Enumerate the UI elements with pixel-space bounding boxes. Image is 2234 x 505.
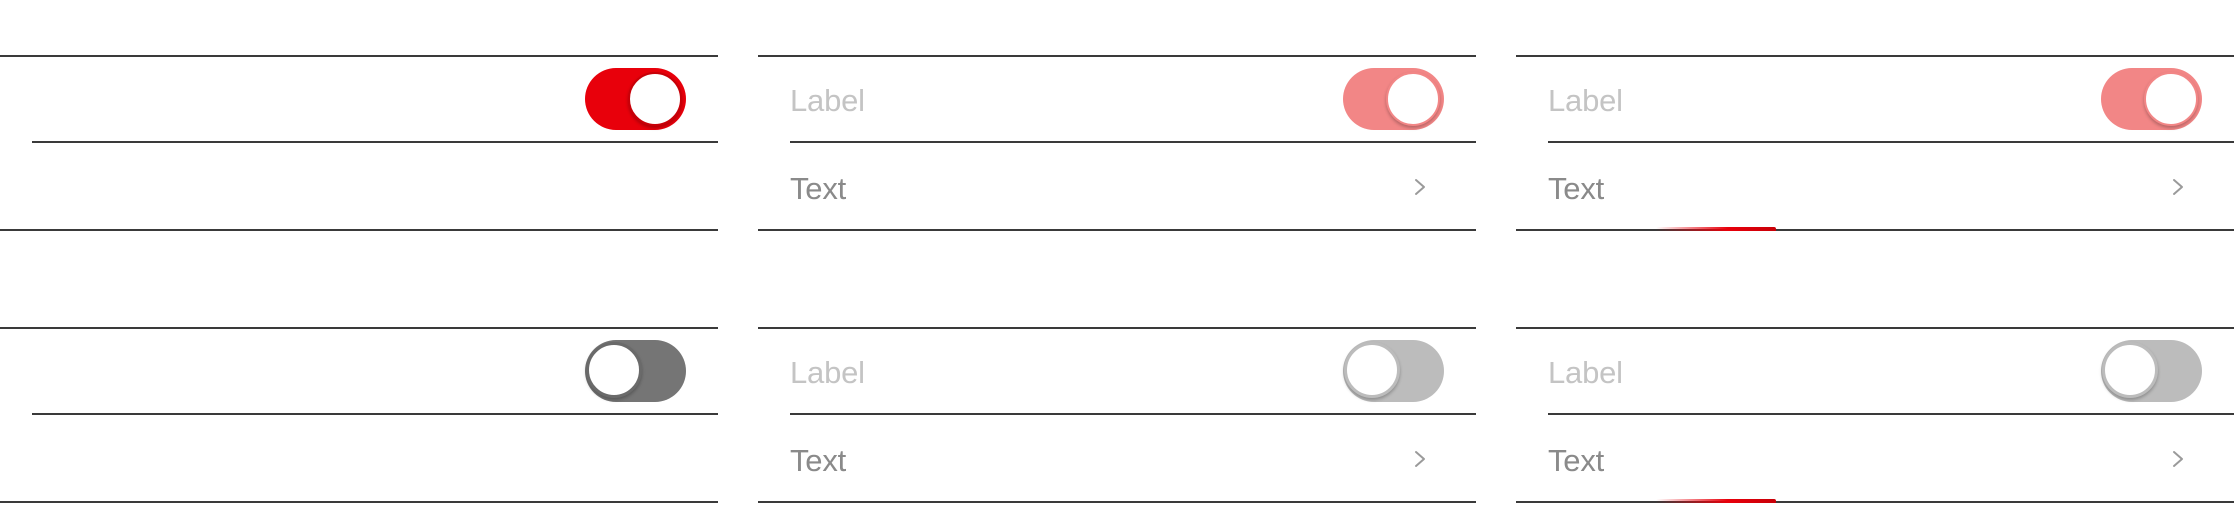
row-label: Label bbox=[790, 83, 865, 118]
row-label: Label bbox=[1548, 355, 1623, 390]
disclosure-row[interactable] bbox=[0, 415, 718, 503]
row-value: Text bbox=[1548, 443, 1605, 478]
toggle-cell-showcase: Label Text Label Text Label Text Label T… bbox=[0, 0, 2234, 505]
toggle-row: Label bbox=[1516, 327, 2234, 415]
group-bottom-separator bbox=[758, 501, 1476, 503]
row-label: Label bbox=[1548, 83, 1623, 118]
disclosure-row[interactable]: Text bbox=[1516, 415, 2234, 503]
disclosure-row[interactable] bbox=[0, 143, 718, 231]
toggle-switch[interactable] bbox=[1343, 340, 1444, 402]
toggle-group-off-normal bbox=[0, 327, 718, 503]
row-value: Text bbox=[1548, 171, 1605, 206]
group-bottom-separator bbox=[758, 229, 1476, 231]
toggle-knob bbox=[586, 342, 642, 398]
disclosure-row[interactable]: Text bbox=[1516, 143, 2234, 231]
row-label: Label bbox=[790, 355, 865, 390]
toggle-knob bbox=[628, 72, 682, 126]
toggle-knob bbox=[1386, 72, 1440, 126]
row-value: Text bbox=[790, 443, 847, 478]
toggle-group-on-normal bbox=[0, 55, 718, 231]
toggle-group-on-disabled: Label Text bbox=[758, 55, 1476, 231]
focus-accent-line bbox=[1656, 499, 1776, 503]
focus-accent-line bbox=[1656, 227, 1776, 231]
toggle-row bbox=[0, 55, 718, 143]
group-bottom-separator bbox=[1516, 501, 2234, 503]
toggle-switch[interactable] bbox=[2101, 340, 2202, 402]
chevron-right-icon bbox=[1415, 451, 1425, 467]
toggle-group-off-focus: Label Text bbox=[1516, 327, 2234, 503]
group-bottom-separator bbox=[0, 501, 718, 503]
disclosure-row[interactable]: Text bbox=[758, 143, 1476, 231]
toggle-knob bbox=[2102, 342, 2158, 398]
toggle-row: Label bbox=[758, 55, 1476, 143]
toggle-row: Label bbox=[758, 327, 1476, 415]
group-bottom-separator bbox=[1516, 229, 2234, 231]
toggle-row: Label bbox=[1516, 55, 2234, 143]
toggle-group-on-focus: Label Text bbox=[1516, 55, 2234, 231]
toggle-switch[interactable] bbox=[585, 340, 686, 402]
disclosure-row[interactable]: Text bbox=[758, 415, 1476, 503]
toggle-knob bbox=[1344, 342, 1400, 398]
group-bottom-separator bbox=[0, 229, 718, 231]
toggle-switch[interactable] bbox=[2101, 68, 2202, 130]
chevron-right-icon bbox=[1415, 179, 1425, 195]
toggle-group-off-disabled: Label Text bbox=[758, 327, 1476, 503]
toggle-knob bbox=[2144, 72, 2198, 126]
row-value: Text bbox=[790, 171, 847, 206]
chevron-right-icon bbox=[2173, 179, 2183, 195]
toggle-switch[interactable] bbox=[585, 68, 686, 130]
chevron-right-icon bbox=[2173, 451, 2183, 467]
toggle-switch[interactable] bbox=[1343, 68, 1444, 130]
toggle-row bbox=[0, 327, 718, 415]
